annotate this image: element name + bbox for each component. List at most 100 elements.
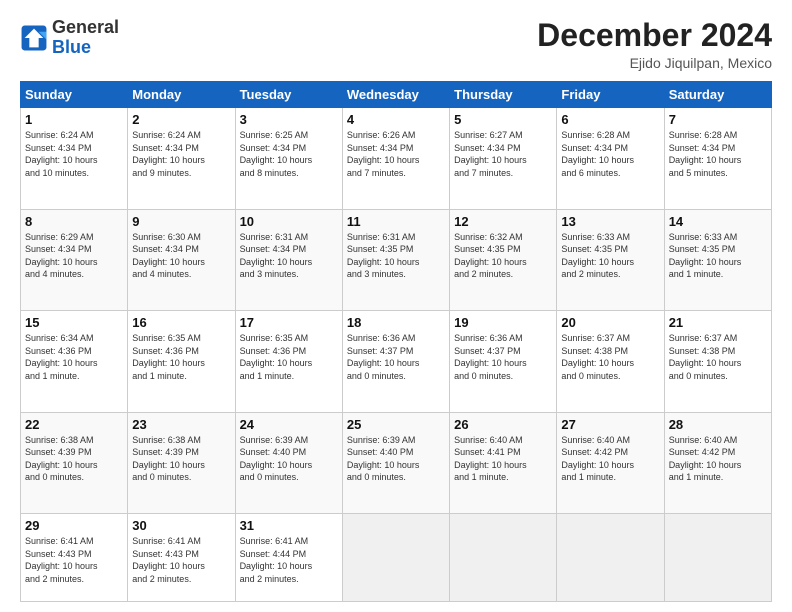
day-info: Sunrise: 6:31 AM Sunset: 4:35 PM Dayligh…	[347, 231, 445, 281]
calendar-day-cell: 1 Sunrise: 6:24 AM Sunset: 4:34 PM Daylig…	[21, 108, 128, 209]
day-info: Sunrise: 6:38 AM Sunset: 4:39 PM Dayligh…	[25, 434, 123, 484]
calendar-day-cell	[557, 513, 664, 601]
calendar-day-cell: 31Sunrise: 6:41 AM Sunset: 4:44 PM Dayli…	[235, 513, 342, 601]
page: General Blue December 2024 Ejido Jiquilp…	[0, 0, 792, 612]
day-info: Sunrise: 6:28 AM Sunset: 4:34 PM Dayligh…	[561, 129, 659, 179]
day-number: 22	[25, 417, 123, 432]
day-number: 24	[240, 417, 338, 432]
day-number: 4	[347, 112, 445, 127]
calendar-week-row: 15 Sunrise: 6:34 AM Sunset: 4:36 PM Dayli…	[21, 311, 772, 412]
calendar-day-cell: 12 Sunrise: 6:32 AM Sunset: 4:35 PM Dayli…	[450, 209, 557, 310]
day-info: Sunrise: 6:39 AM Sunset: 4:40 PM Dayligh…	[240, 434, 338, 484]
day-info: Sunrise: 6:35 AM Sunset: 4:36 PM Dayligh…	[240, 332, 338, 382]
logo-text: General Blue	[52, 18, 119, 58]
day-number: 1	[25, 112, 123, 127]
day-number: 26	[454, 417, 552, 432]
day-info: Sunrise: 6:24 AM Sunset: 4:34 PM Dayligh…	[132, 129, 230, 179]
day-number: 18	[347, 315, 445, 330]
day-number: 2	[132, 112, 230, 127]
calendar-week-row: 8 Sunrise: 6:29 AM Sunset: 4:34 PM Daylig…	[21, 209, 772, 310]
calendar-day-cell: 19Sunrise: 6:36 AM Sunset: 4:37 PM Dayli…	[450, 311, 557, 412]
calendar-table: SundayMondayTuesdayWednesdayThursdayFrid…	[20, 81, 772, 602]
calendar-day-cell: 9 Sunrise: 6:30 AM Sunset: 4:34 PM Daylig…	[128, 209, 235, 310]
day-number: 16	[132, 315, 230, 330]
calendar-day-cell: 20 Sunrise: 6:37 AM Sunset: 4:38 PM Dayli…	[557, 311, 664, 412]
day-info: Sunrise: 6:33 AM Sunset: 4:35 PM Dayligh…	[561, 231, 659, 281]
calendar-day-cell: 14 Sunrise: 6:33 AM Sunset: 4:35 PM Dayli…	[664, 209, 771, 310]
day-number: 5	[454, 112, 552, 127]
calendar-day-cell: 8 Sunrise: 6:29 AM Sunset: 4:34 PM Daylig…	[21, 209, 128, 310]
calendar-day-cell	[342, 513, 449, 601]
day-info: Sunrise: 6:40 AM Sunset: 4:41 PM Dayligh…	[454, 434, 552, 484]
calendar-week-row: 1 Sunrise: 6:24 AM Sunset: 4:34 PM Daylig…	[21, 108, 772, 209]
title-area: December 2024 Ejido Jiquilpan, Mexico	[537, 18, 772, 71]
calendar-day-cell: 24 Sunrise: 6:39 AM Sunset: 4:40 PM Dayli…	[235, 412, 342, 513]
calendar-day-cell: 7Sunrise: 6:28 AM Sunset: 4:34 PM Daylig…	[664, 108, 771, 209]
day-number: 15	[25, 315, 123, 330]
day-number: 17	[240, 315, 338, 330]
calendar-day-cell: 28 Sunrise: 6:40 AM Sunset: 4:42 PM Dayli…	[664, 412, 771, 513]
day-number: 27	[561, 417, 659, 432]
day-number: 3	[240, 112, 338, 127]
day-info: Sunrise: 6:27 AM Sunset: 4:34 PM Dayligh…	[454, 129, 552, 179]
calendar-day-cell: 23 Sunrise: 6:38 AM Sunset: 4:39 PM Dayli…	[128, 412, 235, 513]
day-info: Sunrise: 6:32 AM Sunset: 4:35 PM Dayligh…	[454, 231, 552, 281]
calendar-day-cell: 17 Sunrise: 6:35 AM Sunset: 4:36 PM Dayli…	[235, 311, 342, 412]
day-number: 29	[25, 518, 123, 533]
calendar-day-cell: 16 Sunrise: 6:35 AM Sunset: 4:36 PM Dayli…	[128, 311, 235, 412]
day-info: Sunrise: 6:30 AM Sunset: 4:34 PM Dayligh…	[132, 231, 230, 281]
month-year: December 2024	[537, 18, 772, 53]
calendar-day-cell: 4Sunrise: 6:26 AM Sunset: 4:34 PM Daylig…	[342, 108, 449, 209]
day-info: Sunrise: 6:40 AM Sunset: 4:42 PM Dayligh…	[669, 434, 767, 484]
calendar-day-header: Sunday	[21, 82, 128, 108]
calendar-day-cell: 29 Sunrise: 6:41 AM Sunset: 4:43 PM Dayli…	[21, 513, 128, 601]
calendar-day-cell: 25Sunrise: 6:39 AM Sunset: 4:40 PM Dayli…	[342, 412, 449, 513]
day-number: 19	[454, 315, 552, 330]
day-info: Sunrise: 6:36 AM Sunset: 4:37 PM Dayligh…	[347, 332, 445, 382]
day-number: 8	[25, 214, 123, 229]
day-number: 6	[561, 112, 659, 127]
calendar-day-cell	[450, 513, 557, 601]
header: General Blue December 2024 Ejido Jiquilp…	[20, 18, 772, 71]
calendar-day-cell: 15 Sunrise: 6:34 AM Sunset: 4:36 PM Dayli…	[21, 311, 128, 412]
calendar-day-header: Monday	[128, 82, 235, 108]
day-info: Sunrise: 6:29 AM Sunset: 4:34 PM Dayligh…	[25, 231, 123, 281]
calendar-day-cell	[664, 513, 771, 601]
day-number: 28	[669, 417, 767, 432]
calendar-day-cell: 18 Sunrise: 6:36 AM Sunset: 4:37 PM Dayli…	[342, 311, 449, 412]
day-info: Sunrise: 6:41 AM Sunset: 4:43 PM Dayligh…	[132, 535, 230, 585]
day-number: 14	[669, 214, 767, 229]
day-info: Sunrise: 6:31 AM Sunset: 4:34 PM Dayligh…	[240, 231, 338, 281]
day-info: Sunrise: 6:24 AM Sunset: 4:34 PM Dayligh…	[25, 129, 123, 179]
logo-blue: Blue	[52, 38, 119, 58]
day-number: 10	[240, 214, 338, 229]
day-info: Sunrise: 6:25 AM Sunset: 4:34 PM Dayligh…	[240, 129, 338, 179]
day-number: 20	[561, 315, 659, 330]
location: Ejido Jiquilpan, Mexico	[537, 55, 772, 71]
day-info: Sunrise: 6:28 AM Sunset: 4:34 PM Dayligh…	[669, 129, 767, 179]
calendar-day-cell: 6 Sunrise: 6:28 AM Sunset: 4:34 PM Daylig…	[557, 108, 664, 209]
logo-icon	[20, 24, 48, 52]
calendar-header-row: SundayMondayTuesdayWednesdayThursdayFrid…	[21, 82, 772, 108]
day-number: 13	[561, 214, 659, 229]
calendar-day-cell: 27 Sunrise: 6:40 AM Sunset: 4:42 PM Dayli…	[557, 412, 664, 513]
day-number: 30	[132, 518, 230, 533]
day-info: Sunrise: 6:40 AM Sunset: 4:42 PM Dayligh…	[561, 434, 659, 484]
day-info: Sunrise: 6:35 AM Sunset: 4:36 PM Dayligh…	[132, 332, 230, 382]
calendar-day-header: Wednesday	[342, 82, 449, 108]
day-info: Sunrise: 6:33 AM Sunset: 4:35 PM Dayligh…	[669, 231, 767, 281]
day-number: 23	[132, 417, 230, 432]
day-number: 25	[347, 417, 445, 432]
day-info: Sunrise: 6:37 AM Sunset: 4:38 PM Dayligh…	[561, 332, 659, 382]
calendar-day-header: Thursday	[450, 82, 557, 108]
day-number: 12	[454, 214, 552, 229]
calendar-day-cell: 10 Sunrise: 6:31 AM Sunset: 4:34 PM Dayli…	[235, 209, 342, 310]
day-number: 9	[132, 214, 230, 229]
calendar-day-cell: 22 Sunrise: 6:38 AM Sunset: 4:39 PM Dayli…	[21, 412, 128, 513]
day-info: Sunrise: 6:38 AM Sunset: 4:39 PM Dayligh…	[132, 434, 230, 484]
day-info: Sunrise: 6:41 AM Sunset: 4:44 PM Dayligh…	[240, 535, 338, 585]
day-info: Sunrise: 6:41 AM Sunset: 4:43 PM Dayligh…	[25, 535, 123, 585]
calendar-day-cell: 30 Sunrise: 6:41 AM Sunset: 4:43 PM Dayli…	[128, 513, 235, 601]
day-info: Sunrise: 6:34 AM Sunset: 4:36 PM Dayligh…	[25, 332, 123, 382]
calendar-week-row: 22 Sunrise: 6:38 AM Sunset: 4:39 PM Dayli…	[21, 412, 772, 513]
